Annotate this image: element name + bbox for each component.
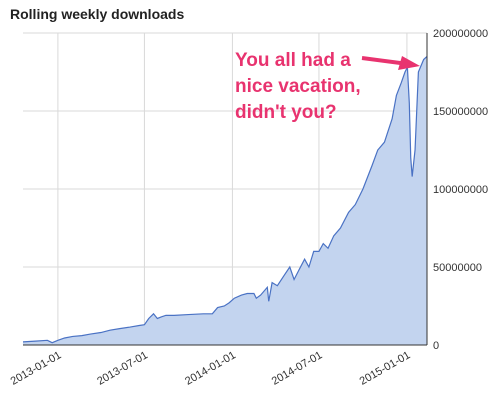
area-series — [22, 55, 428, 346]
x-tick-label: 2013-01-01 — [9, 349, 64, 388]
y-tick-label: 200000000 — [433, 28, 488, 40]
y-tick-labels: 0 50000000 100000000 150000000 200000000 — [433, 28, 488, 352]
annotation-line-2: nice vacation, — [235, 76, 361, 97]
y-tick-label: 0 — [433, 340, 439, 352]
x-tick-label: 2013-07-01 — [95, 349, 150, 388]
y-tick-label: 50000000 — [433, 262, 482, 274]
chart-canvas: 0 50000000 100000000 150000000 200000000 201… — [9, 28, 488, 388]
x-tick-label: 2015-01-01 — [358, 349, 413, 388]
y-tick-label: 100000000 — [433, 184, 488, 196]
area-fill — [23, 56, 427, 346]
annotation: You all had a nice vacation, didn't you? — [235, 50, 420, 123]
annotation-line-1: You all had a — [235, 50, 351, 71]
x-tick-label: 2014-07-01 — [270, 349, 325, 388]
x-tick-label: 2014-01-01 — [183, 349, 238, 388]
annotation-arrowhead — [398, 56, 420, 70]
x-tick-labels: 2013-01-01 2013-07-01 2014-01-01 2014-07-01… — [9, 349, 413, 388]
annotation-line-3: didn't you? — [235, 102, 337, 123]
y-tick-label: 150000000 — [433, 106, 488, 118]
